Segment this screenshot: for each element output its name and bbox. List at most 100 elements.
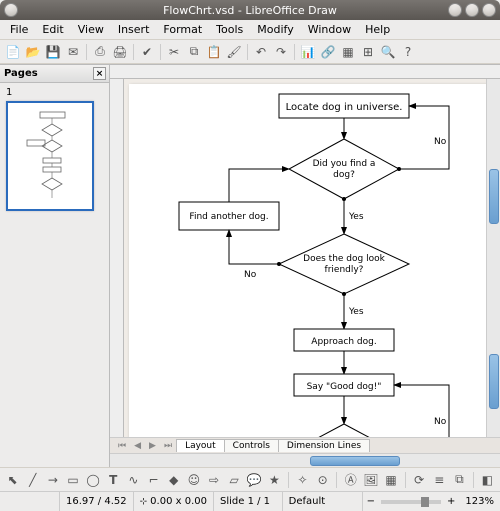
spellcheck-icon[interactable]: ✔ bbox=[138, 43, 156, 61]
menu-edit[interactable]: Edit bbox=[36, 21, 69, 38]
glue-points-icon[interactable]: ⊙ bbox=[314, 471, 331, 489]
symbol-shapes-icon[interactable]: ☺ bbox=[185, 471, 202, 489]
svg-text:Approach dog.: Approach dog. bbox=[311, 337, 376, 347]
menubar: File Edit View Insert Format Tools Modif… bbox=[0, 20, 500, 40]
new-doc-icon[interactable]: 📄 bbox=[4, 43, 22, 61]
menu-view[interactable]: View bbox=[72, 21, 110, 38]
canvas-area: Locate dog in universe. Did you find a d… bbox=[110, 65, 500, 467]
horizontal-ruler[interactable] bbox=[110, 65, 500, 79]
paste-icon[interactable]: 📋 bbox=[205, 43, 223, 61]
menu-format[interactable]: Format bbox=[157, 21, 208, 38]
tab-nav-next-icon[interactable]: ▶ bbox=[145, 441, 160, 451]
table-icon[interactable]: ▦ bbox=[339, 43, 357, 61]
status-style[interactable]: Default bbox=[283, 492, 363, 511]
divider bbox=[473, 472, 474, 488]
chart-icon[interactable]: 📊 bbox=[299, 43, 317, 61]
zoom-icon[interactable]: 🔍 bbox=[379, 43, 397, 61]
svg-text:Yes: Yes bbox=[348, 212, 364, 222]
connector-tool-icon[interactable]: ⌐ bbox=[145, 471, 162, 489]
callouts-icon[interactable]: 💬 bbox=[246, 471, 263, 489]
minimize-button[interactable] bbox=[448, 3, 462, 17]
status-position: 16.97 / 4.52 bbox=[60, 492, 134, 511]
vertical-ruler[interactable] bbox=[110, 79, 124, 437]
page-thumbnails: 1 bbox=[0, 83, 109, 217]
menu-help[interactable]: Help bbox=[359, 21, 396, 38]
stars-icon[interactable]: ★ bbox=[266, 471, 283, 489]
gallery-icon[interactable]: ▦ bbox=[382, 471, 399, 489]
window-title: FlowChrt.vsd - LibreOffice Draw bbox=[163, 4, 337, 17]
window-titlebar: FlowChrt.vsd - LibreOffice Draw bbox=[0, 0, 500, 20]
maximize-button[interactable] bbox=[465, 3, 479, 17]
alignment-icon[interactable]: ≡ bbox=[431, 471, 448, 489]
navigator-icon[interactable]: ⊞ bbox=[359, 43, 377, 61]
block-arrows-icon[interactable]: ⇨ bbox=[205, 471, 222, 489]
drawing-canvas[interactable]: Locate dog in universe. Did you find a d… bbox=[124, 79, 486, 437]
drawing-toolbar: ⬉ ╱ → ▭ ◯ T ∿ ⌐ ◆ ☺ ⇨ ▱ 💬 ★ ✧ ⊙ Ⓐ 🖼 ▦ ⟳ … bbox=[0, 467, 500, 491]
pages-panel-header: Pages × bbox=[0, 65, 109, 83]
menu-modify[interactable]: Modify bbox=[251, 21, 299, 38]
menu-file[interactable]: File bbox=[4, 21, 34, 38]
divider bbox=[288, 472, 289, 488]
zoom-out-icon[interactable]: − bbox=[367, 496, 375, 507]
zoom-in-icon[interactable]: + bbox=[447, 496, 455, 507]
horizontal-scroll-thumb[interactable] bbox=[310, 456, 400, 466]
flowchart-shapes-icon[interactable]: ▱ bbox=[226, 471, 243, 489]
extrusion-icon[interactable]: ◧ bbox=[479, 471, 496, 489]
arrow-tool-icon[interactable]: → bbox=[44, 471, 61, 489]
save-icon[interactable]: 💾 bbox=[44, 43, 62, 61]
horizontal-scrollbar[interactable] bbox=[110, 453, 500, 467]
pages-panel-close-icon[interactable]: × bbox=[93, 67, 106, 80]
menu-window[interactable]: Window bbox=[302, 21, 357, 38]
tab-controls[interactable]: Controls bbox=[224, 439, 279, 452]
tab-nav-last-icon[interactable]: ⏭ bbox=[160, 441, 176, 451]
text-tool-icon[interactable]: T bbox=[105, 471, 122, 489]
help-icon[interactable]: ? bbox=[399, 43, 417, 61]
fontwork-icon[interactable]: Ⓐ bbox=[342, 471, 359, 489]
copy-icon[interactable]: ⧉ bbox=[185, 43, 203, 61]
zoom-slider-knob[interactable] bbox=[421, 497, 429, 507]
zoom-percent[interactable]: 123% bbox=[459, 492, 500, 511]
status-misc bbox=[0, 492, 60, 511]
vertical-scroll-thumb[interactable] bbox=[489, 169, 499, 224]
menu-insert[interactable]: Insert bbox=[112, 21, 156, 38]
curve-tool-icon[interactable]: ∿ bbox=[125, 471, 142, 489]
window-menu-button[interactable] bbox=[4, 3, 18, 17]
cut-icon[interactable]: ✂ bbox=[165, 43, 183, 61]
close-button[interactable] bbox=[482, 3, 496, 17]
line-tool-icon[interactable]: ╱ bbox=[24, 471, 41, 489]
tab-dimension-lines[interactable]: Dimension Lines bbox=[278, 439, 370, 452]
tab-nav-prev-icon[interactable]: ◀ bbox=[130, 441, 145, 451]
page-thumbnail-1[interactable] bbox=[6, 101, 94, 211]
email-icon[interactable]: ✉ bbox=[64, 43, 82, 61]
print-icon[interactable]: 🖨 bbox=[111, 43, 129, 61]
main-area: Pages × 1 bbox=[0, 64, 500, 467]
redo-icon[interactable]: ↷ bbox=[272, 43, 290, 61]
arrange-icon[interactable]: ⧉ bbox=[451, 471, 468, 489]
ellipse-tool-icon[interactable]: ◯ bbox=[85, 471, 102, 489]
rectangle-tool-icon[interactable]: ▭ bbox=[64, 471, 81, 489]
points-tool-icon[interactable]: ✧ bbox=[294, 471, 311, 489]
svg-text:Locate dog in universe.: Locate dog in universe. bbox=[286, 102, 403, 113]
format-paintbrush-icon[interactable]: 🖌 bbox=[225, 43, 243, 61]
export-pdf-icon[interactable]: ⎙ bbox=[91, 43, 109, 61]
drawing-page[interactable]: Locate dog in universe. Did you find a d… bbox=[129, 84, 486, 437]
standard-toolbar: 📄 📂 💾 ✉ ⎙ 🖨 ✔ ✂ ⧉ 📋 🖌 ↶ ↷ 📊 🔗 ▦ ⊞ 🔍 ? bbox=[0, 40, 500, 64]
svg-text:Did you find a: Did you find a bbox=[313, 159, 376, 169]
svg-text:No: No bbox=[434, 137, 447, 147]
thumbnail-preview bbox=[25, 110, 75, 203]
hyperlink-icon[interactable]: 🔗 bbox=[319, 43, 337, 61]
basic-shapes-icon[interactable]: ◆ bbox=[165, 471, 182, 489]
vertical-scrollbar[interactable] bbox=[486, 79, 500, 437]
open-icon[interactable]: 📂 bbox=[24, 43, 42, 61]
zoom-slider[interactable] bbox=[381, 500, 441, 504]
undo-icon[interactable]: ↶ bbox=[252, 43, 270, 61]
vertical-scroll-thumb-2[interactable] bbox=[489, 354, 499, 409]
tab-nav-first-icon[interactable]: ⏮ bbox=[114, 441, 130, 451]
tab-layout[interactable]: Layout bbox=[176, 439, 225, 452]
select-tool-icon[interactable]: ⬉ bbox=[4, 471, 21, 489]
divider bbox=[133, 44, 134, 60]
divider bbox=[294, 44, 295, 60]
from-file-icon[interactable]: 🖼 bbox=[362, 471, 379, 489]
rotate-icon[interactable]: ⟳ bbox=[411, 471, 428, 489]
menu-tools[interactable]: Tools bbox=[210, 21, 249, 38]
